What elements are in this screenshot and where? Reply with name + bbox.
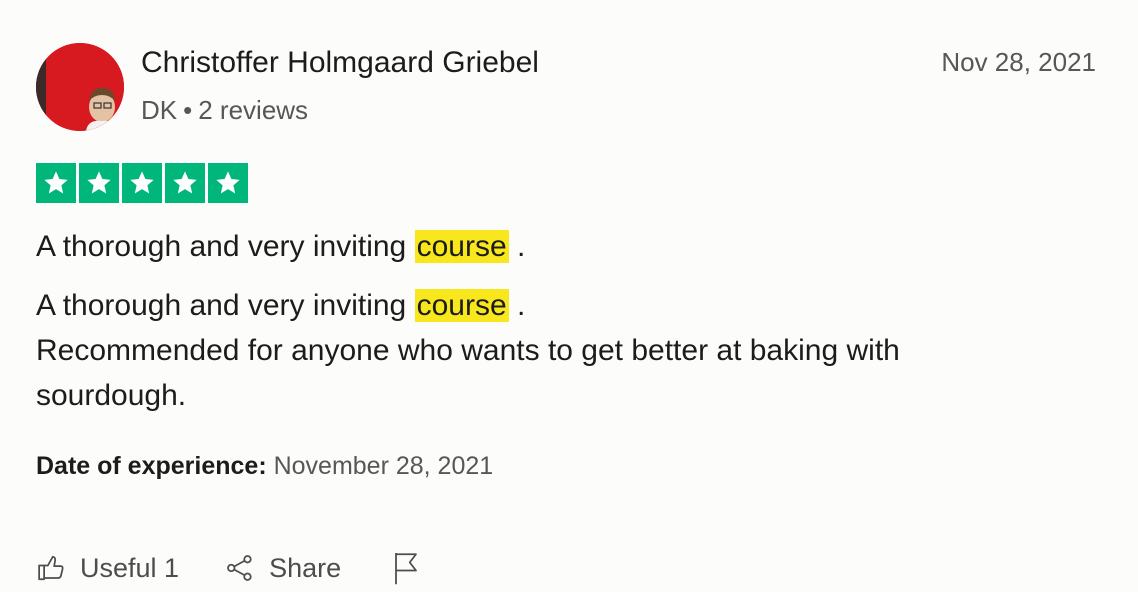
body-text-start: A thorough and very inviting [36,289,415,322]
thumbs-up-icon [38,555,64,581]
useful-label: Useful 1 [80,552,180,583]
review-card: Christoffer Holmgaard Griebel DK • 2 revie… [0,0,1138,592]
useful-button[interactable]: Useful 1 [36,553,179,584]
star-icon [36,163,76,203]
reviewer-country: DK [141,95,178,125]
star-icon [79,163,119,203]
body-highlight: course [414,289,509,322]
share-button[interactable]: Share [225,553,341,584]
review-date: Nov 28, 2021 [941,47,1096,77]
star-icon [122,163,162,203]
reviewer-avatar[interactable] [36,43,124,131]
flag-icon [395,553,417,585]
reviewer-meta: DK • 2 reviews [141,94,308,126]
date-of-experience: Date of experience: November 28, 2021 [36,450,493,482]
title-highlight: course [414,230,509,263]
share-icon [227,555,252,581]
review-body-line-2: Recommended for anyone who wants to get … [36,334,900,412]
avatar-photo [36,43,124,131]
title-text-start: A thorough and very inviting [36,230,415,263]
review-actions: Useful 1 Share [36,548,421,588]
title-text-end: . [508,230,526,263]
share-label: Share [269,552,342,583]
reviewer-review-count[interactable]: 2 reviews [198,95,308,125]
experience-label: Date of experience: [36,452,267,480]
star-icon [208,163,248,203]
report-button[interactable] [391,550,421,586]
review-body-line-1: A thorough and very inviting course . [36,283,1016,328]
star-icon [165,163,205,203]
review-title[interactable]: A thorough and very inviting course . [36,226,525,268]
body-text-end: . [508,289,526,322]
reviewer-name[interactable]: Christoffer Holmgaard Griebel [141,45,539,81]
star-rating [36,163,248,203]
experience-value: November 28, 2021 [273,452,494,480]
review-body: A thorough and very inviting course . Re… [36,283,1016,418]
meta-separator: • [183,95,193,125]
